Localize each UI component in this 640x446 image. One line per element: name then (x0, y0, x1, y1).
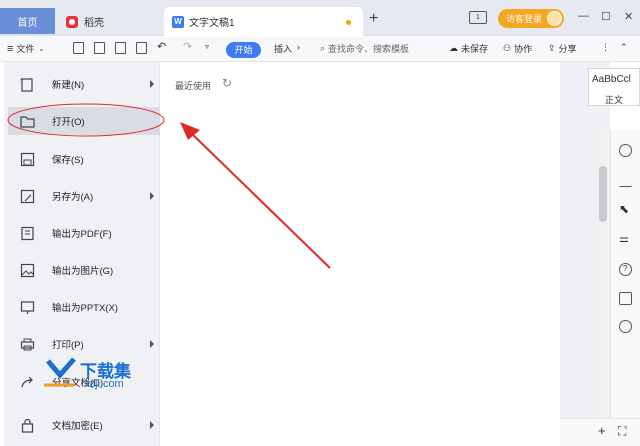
watermark-url: xzji.com (84, 378, 124, 390)
download-logo-icon (44, 357, 76, 387)
red-arrow-head (180, 122, 200, 140)
red-arrow-shaft (189, 131, 331, 269)
highlight-ellipse (7, 103, 165, 137)
